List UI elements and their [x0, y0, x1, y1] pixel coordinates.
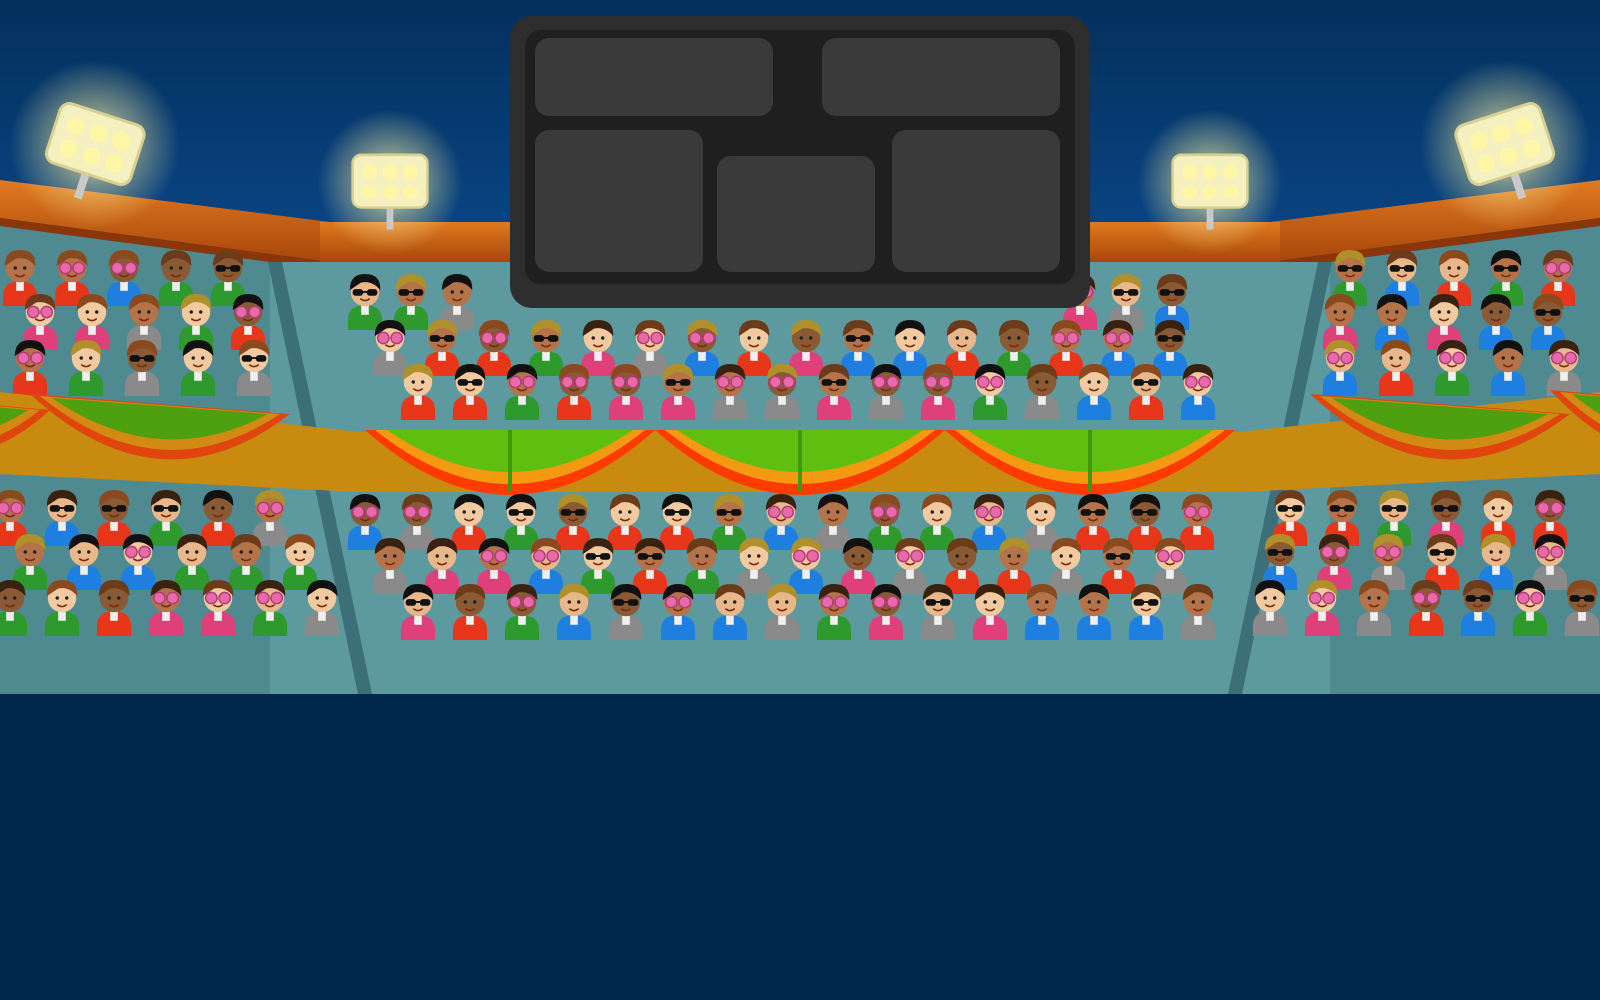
scoreboard-panel-bottom-right [892, 130, 1060, 272]
scoreboard-panel-bottom-center [717, 156, 875, 272]
scoreboard-panel-bottom-left [535, 130, 703, 272]
floodlight-left-inner [317, 109, 463, 255]
scoreboard-panel-top-left [535, 38, 773, 116]
stadium-scene [0, 0, 1600, 1000]
scoreboard-panel-top-right [822, 38, 1060, 116]
field-ground [0, 694, 1600, 1000]
scoreboard [510, 16, 1090, 308]
stadium-canvas [0, 0, 1600, 1000]
floodlight-right-inner [1137, 109, 1283, 255]
